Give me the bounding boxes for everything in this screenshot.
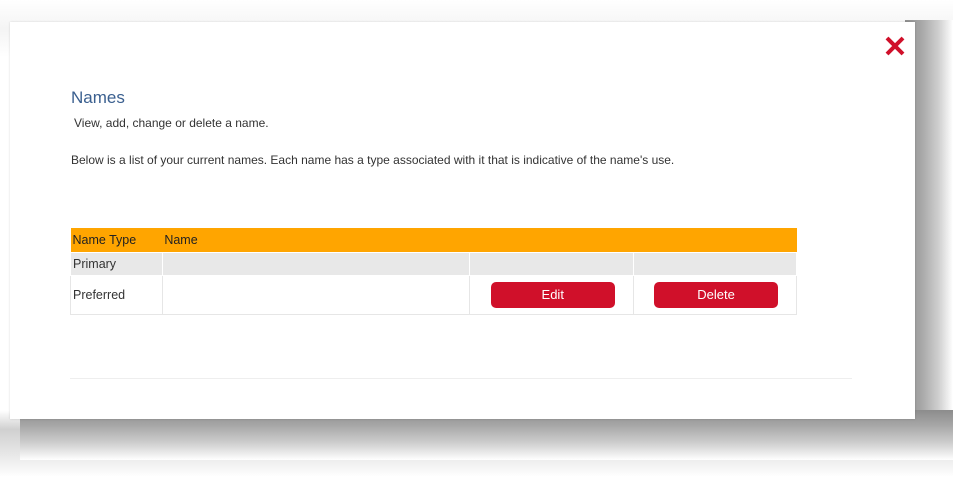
delete-button[interactable]: Delete: [654, 282, 779, 308]
modal-subtitle: View, add, change or delete a name.: [74, 116, 269, 130]
modal-title: Names: [71, 88, 125, 107]
edit-cell: Edit: [469, 275, 635, 315]
names-table: Name Type Name Primary Preferred Edit De…: [70, 228, 797, 315]
table-row: Preferred Edit Delete: [70, 275, 797, 315]
name-cell: [161, 252, 471, 276]
close-x-icon: [885, 36, 905, 56]
header-name: Name: [162, 228, 797, 253]
header-name-type: Name Type: [70, 228, 163, 253]
name-cell: [161, 275, 471, 315]
table-row: Primary: [70, 252, 797, 276]
footer-divider: [70, 378, 852, 379]
table-header-row: Name Type Name: [70, 228, 797, 253]
delete-cell: Delete: [633, 275, 797, 315]
delete-cell: [633, 252, 797, 276]
close-button[interactable]: [883, 34, 907, 58]
names-modal: Names View, add, change or delete a name…: [10, 22, 915, 419]
name-type-cell: Preferred: [70, 275, 163, 315]
modal-description: Below is a list of your current names. E…: [71, 153, 675, 167]
edit-button[interactable]: Edit: [490, 282, 615, 308]
edit-cell: [469, 252, 635, 276]
name-type-cell: Primary: [70, 252, 163, 276]
